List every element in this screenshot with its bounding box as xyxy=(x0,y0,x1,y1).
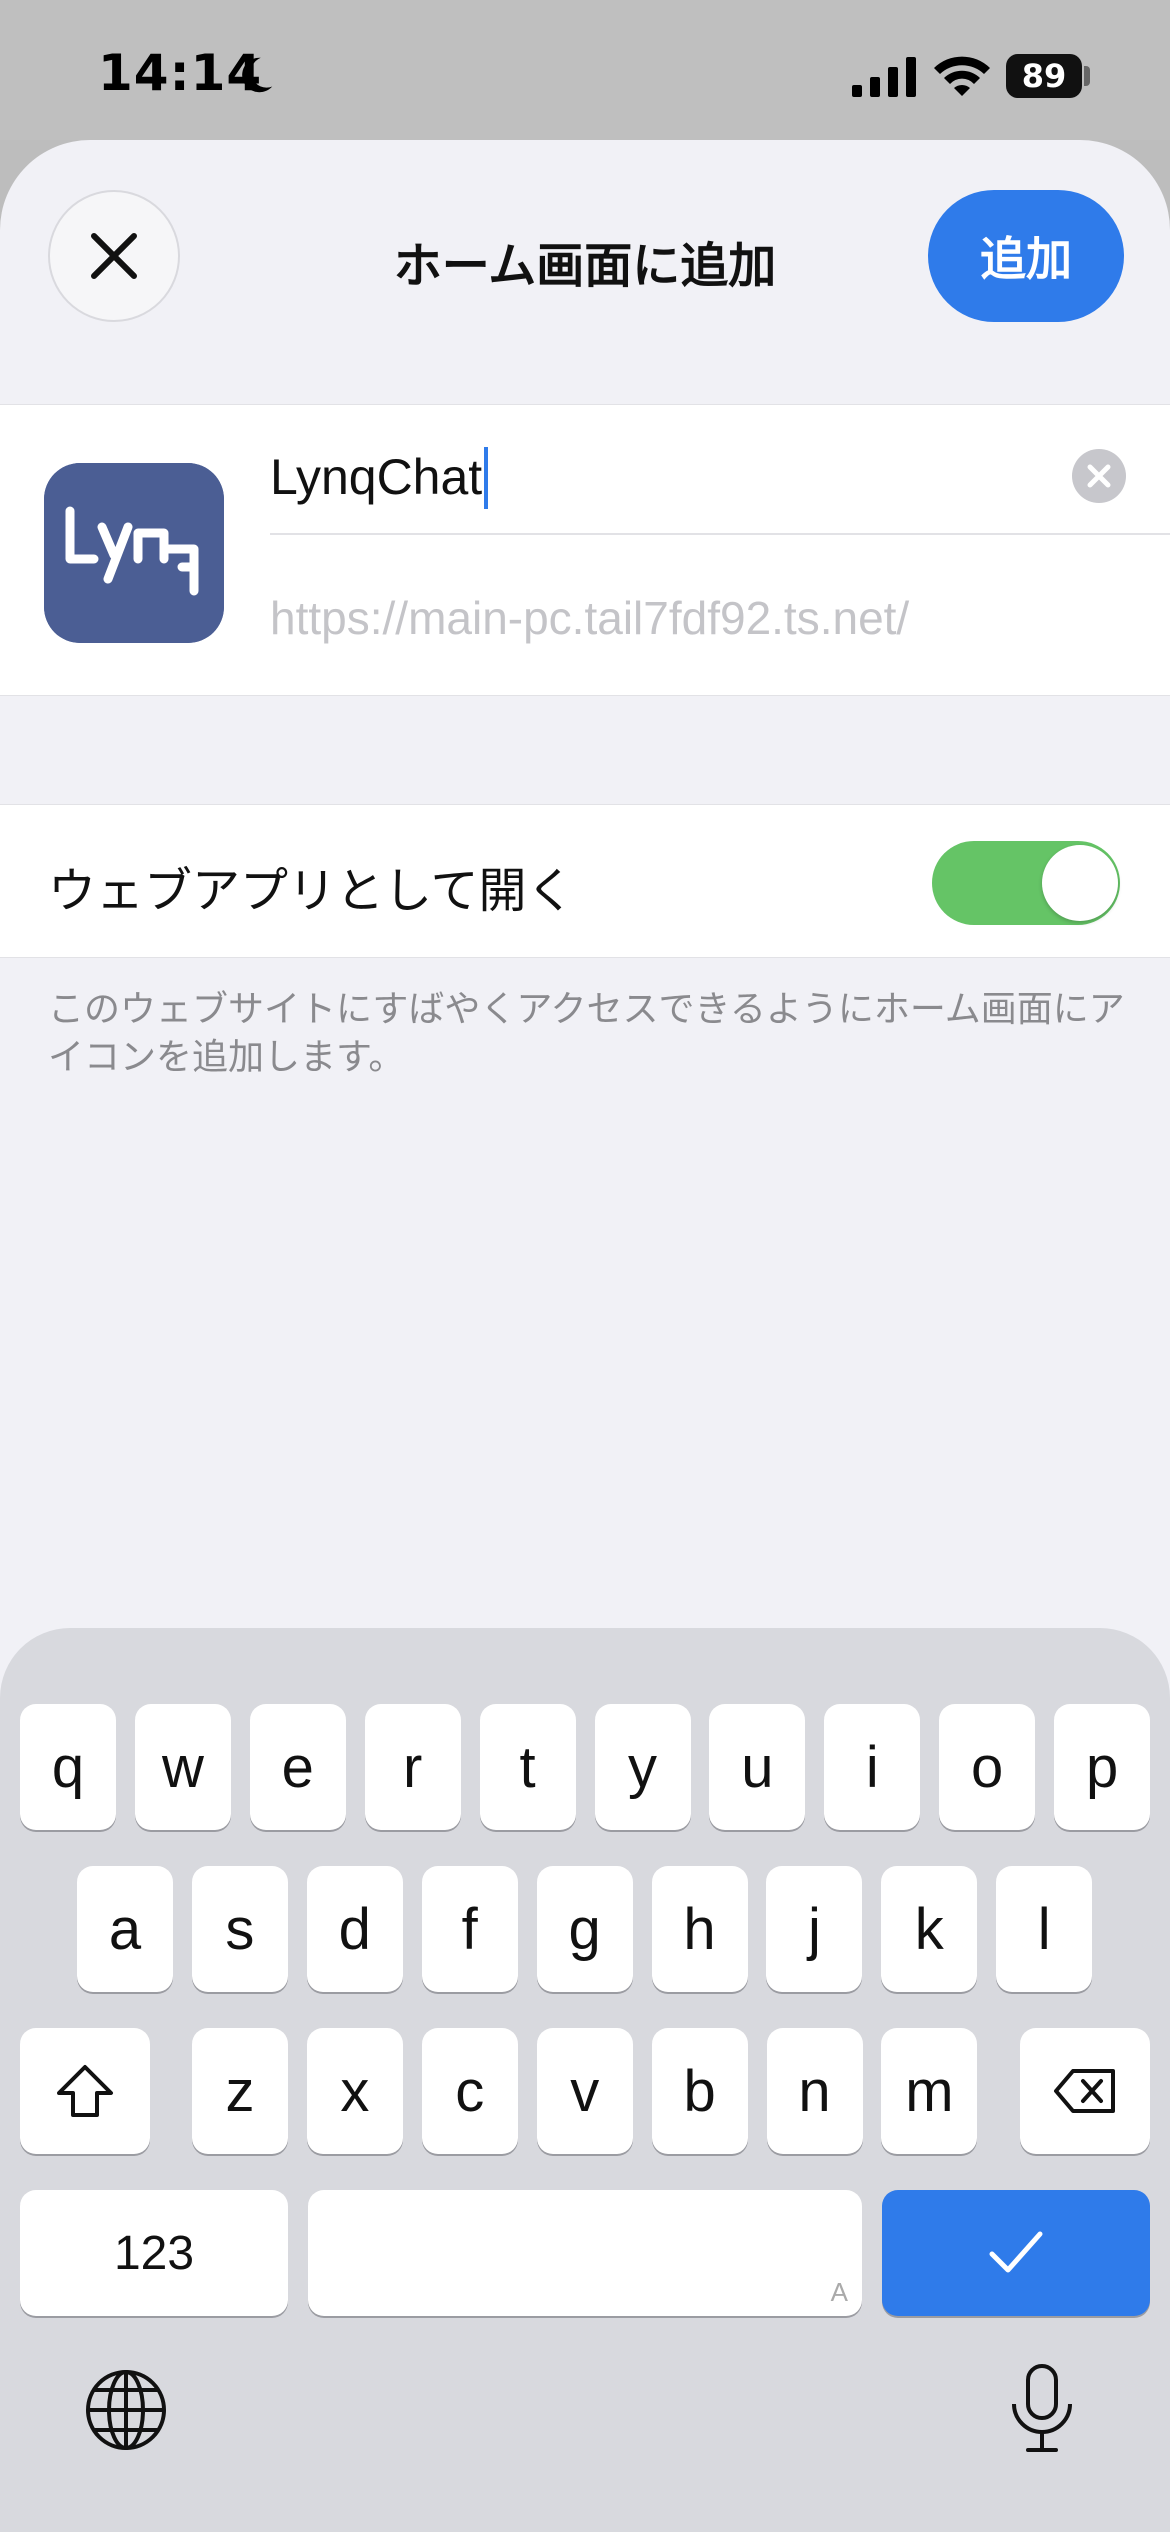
key-j[interactable]: j xyxy=(766,1866,863,1992)
app-icon xyxy=(44,463,224,643)
key-g[interactable]: g xyxy=(536,1866,633,1992)
key-r[interactable]: r xyxy=(364,1704,461,1830)
divider xyxy=(270,533,1170,535)
signal-icon xyxy=(852,57,916,97)
app-info-group: https://main-pc.tail7fdf92.ts.net/ xyxy=(0,404,1170,696)
key-t[interactable]: t xyxy=(479,1704,576,1830)
key-m[interactable]: m xyxy=(881,2028,978,2154)
done-key[interactable] xyxy=(882,2190,1150,2316)
backspace-icon xyxy=(1054,2069,1115,2113)
clear-text-icon[interactable] xyxy=(1072,449,1126,503)
add-button[interactable]: 追加 xyxy=(928,190,1124,322)
key-h[interactable]: h xyxy=(651,1866,748,1992)
key-v[interactable]: v xyxy=(536,2028,633,2154)
text-caret xyxy=(484,447,488,509)
open-as-web-app-label: ウェブアプリとして開く xyxy=(48,863,575,919)
keyboard: qwertyuiop asdfghjkl zxcvbnm xyxy=(0,1628,1170,2532)
key-f[interactable]: f xyxy=(421,1866,518,1992)
numbers-key[interactable]: 123 xyxy=(20,2190,288,2316)
wifi-icon xyxy=(934,56,990,96)
key-z[interactable]: z xyxy=(192,2028,288,2154)
open-as-web-app-toggle[interactable] xyxy=(932,841,1120,925)
app-url: https://main-pc.tail7fdf92.ts.net/ xyxy=(270,592,910,644)
key-x[interactable]: x xyxy=(306,2028,403,2154)
shift-key[interactable] xyxy=(20,2028,150,2154)
key-u[interactable]: u xyxy=(709,1704,806,1830)
status-bar: 14:14 89 xyxy=(0,0,1170,140)
checkmark-icon xyxy=(989,2231,1043,2273)
key-o[interactable]: o xyxy=(939,1704,1036,1830)
key-l[interactable]: l xyxy=(996,1866,1093,1992)
key-p[interactable]: p xyxy=(1054,1704,1151,1830)
web-app-toggle-row: ウェブアプリとして開く xyxy=(0,804,1170,958)
microphone-icon[interactable] xyxy=(1006,2362,1078,2456)
battery-icon: 89 xyxy=(1006,54,1082,98)
key-n[interactable]: n xyxy=(766,2028,863,2154)
key-b[interactable]: b xyxy=(651,2028,748,2154)
key-w[interactable]: w xyxy=(134,1704,231,1830)
app-name-input[interactable] xyxy=(270,435,1050,519)
moon-icon xyxy=(242,57,273,93)
key-y[interactable]: y xyxy=(594,1704,691,1830)
key-q[interactable]: q xyxy=(20,1704,116,1830)
key-c[interactable]: c xyxy=(421,2028,518,2154)
toggle-knob xyxy=(1042,845,1118,921)
shift-icon xyxy=(57,2065,113,2117)
key-i[interactable]: i xyxy=(824,1704,921,1830)
battery-cap xyxy=(1084,66,1090,86)
key-d[interactable]: d xyxy=(306,1866,403,1992)
key-a[interactable]: a xyxy=(77,1866,173,1992)
space-key[interactable]: A xyxy=(308,2190,862,2316)
backspace-key[interactable] xyxy=(1020,2028,1150,2154)
key-k[interactable]: k xyxy=(881,1866,978,1992)
key-e[interactable]: e xyxy=(249,1704,346,1830)
key-s[interactable]: s xyxy=(191,1866,288,1992)
description-text: このウェブサイトにすばやくアクセスできるようにホーム画面にアイコンを追加します。 xyxy=(48,989,1125,1078)
globe-icon[interactable] xyxy=(84,2368,168,2452)
